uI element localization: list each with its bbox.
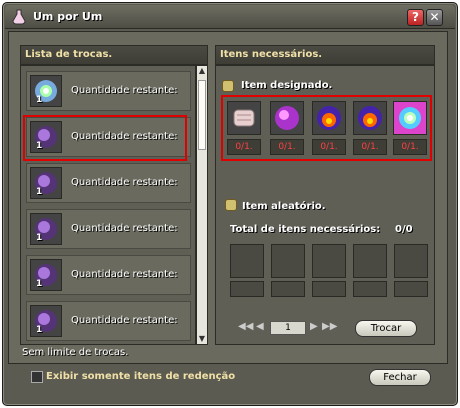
total-required-label: Total de itens necessários: [230,224,381,235]
pouch-icon [222,80,234,92]
trade-button[interactable]: Trocar [355,320,417,337]
remaining-quantity-label: Quantidade restante: [71,85,178,96]
trade-list-item[interactable]: 1 Quantidade restante: 999 [26,163,191,203]
scroll-up-icon[interactable]: ▲ [197,66,207,76]
help-button[interactable]: ? [407,9,424,26]
remaining-quantity-label: Quantidade restante: [71,177,178,188]
page-number: 1 [270,321,306,335]
item-count: 0/1. [353,139,387,155]
remaining-quantity-label: Quantidade restante: [71,269,178,280]
purple-orb-icon: 1 [30,213,62,245]
close-window-button[interactable]: Fechar [369,369,431,386]
remaining-quantity-label: Quantidade restante: [71,223,178,234]
purple-orb-icon: 1 [30,167,62,199]
required-items-header: Itens necessários. [215,45,435,65]
purple-orb-icon: 1 [30,259,62,291]
item-count: 0/1. [393,139,427,155]
purple-orb-icon[interactable] [270,101,304,135]
redemption-only-checkbox[interactable] [31,371,43,383]
item-count: 0/1. [312,139,346,155]
random-item-count [394,281,428,297]
trade-list-scrollbar[interactable]: ▲ ▼ [196,65,208,345]
trade-list-item[interactable]: 1 Quantidade restante: 999 [26,209,191,249]
trade-list-item[interactable]: 1 Quantidade restante: 999 [26,71,191,111]
redemption-only-label: Exibir somente itens de redenção [46,371,236,382]
first-page-icon[interactable]: ◀◀ [238,321,253,337]
random-item-title: Item aleatório. [242,201,326,212]
purple-orb-icon: 1 [30,305,62,337]
random-item-slot [271,244,305,278]
trade-limit-text: Sem limite de trocas. [22,347,129,358]
fire-orb-icon[interactable] [353,101,387,135]
random-item-slot [353,244,387,278]
item-count: 0/1. [227,139,261,155]
close-button[interactable]: ✕ [426,9,443,26]
random-item-slot [394,244,428,278]
rainbow-gem-icon[interactable] [393,101,427,135]
random-item-count [230,281,264,297]
last-page-icon[interactable]: ▶▶ [322,321,337,337]
random-item-count [353,281,387,297]
title-bar: Um por Um ? ✕ [5,5,455,29]
random-item-count [271,281,305,297]
rainbow-gem-icon: 1 [30,75,62,107]
random-item-slot [230,244,264,278]
trade-list: 1 Quantidade restante: 999 1 Quantidade … [20,65,196,345]
selected-item-highlight [23,115,187,161]
remaining-quantity-label: Quantidade restante: [71,315,178,326]
trade-list-header: Lista de trocas. [20,45,208,65]
potion-icon [12,9,26,25]
prev-page-icon[interactable]: ◀ [256,321,264,337]
scroll-thumb[interactable] [198,80,206,150]
random-item-slot [312,244,346,278]
scroll-down-icon[interactable]: ▼ [197,334,207,344]
designated-item-title: Item designado. [241,80,333,91]
scroll-icon[interactable] [227,101,261,135]
total-required-value: 0/0 [395,224,413,235]
trade-list-item[interactable]: 1 Quantidade restante: 999 [26,255,191,295]
fire-orb-icon[interactable] [312,101,346,135]
random-item-count [312,281,346,297]
next-page-icon[interactable]: ▶ [310,321,318,337]
window-title: Um por Um [33,10,103,23]
pouch-icon [225,199,237,211]
item-count: 0/1. [270,139,304,155]
trade-list-item[interactable]: 1 Quantidade restante: 999 [26,301,191,341]
